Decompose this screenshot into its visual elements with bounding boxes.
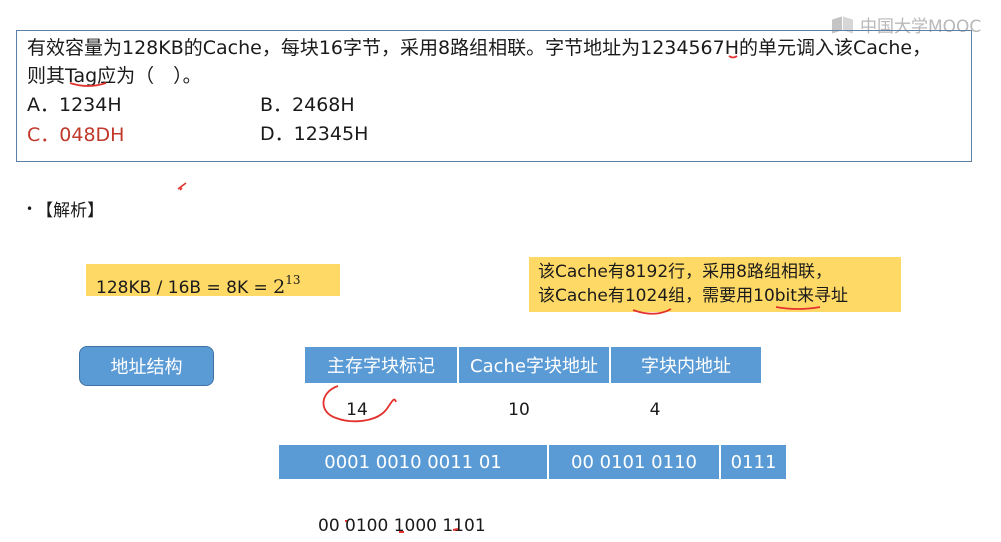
- pen-underline-tag: [69, 82, 107, 87]
- pen-underline-1024: [632, 308, 672, 315]
- pen-stroke-mark: [177, 182, 187, 191]
- pen-underline-10bit: [775, 306, 821, 310]
- pen-circle-14: [322, 385, 397, 423]
- pen-separators: [345, 520, 459, 533]
- pen-mark-h: [728, 55, 738, 59]
- pen-annotations: [69, 55, 821, 533]
